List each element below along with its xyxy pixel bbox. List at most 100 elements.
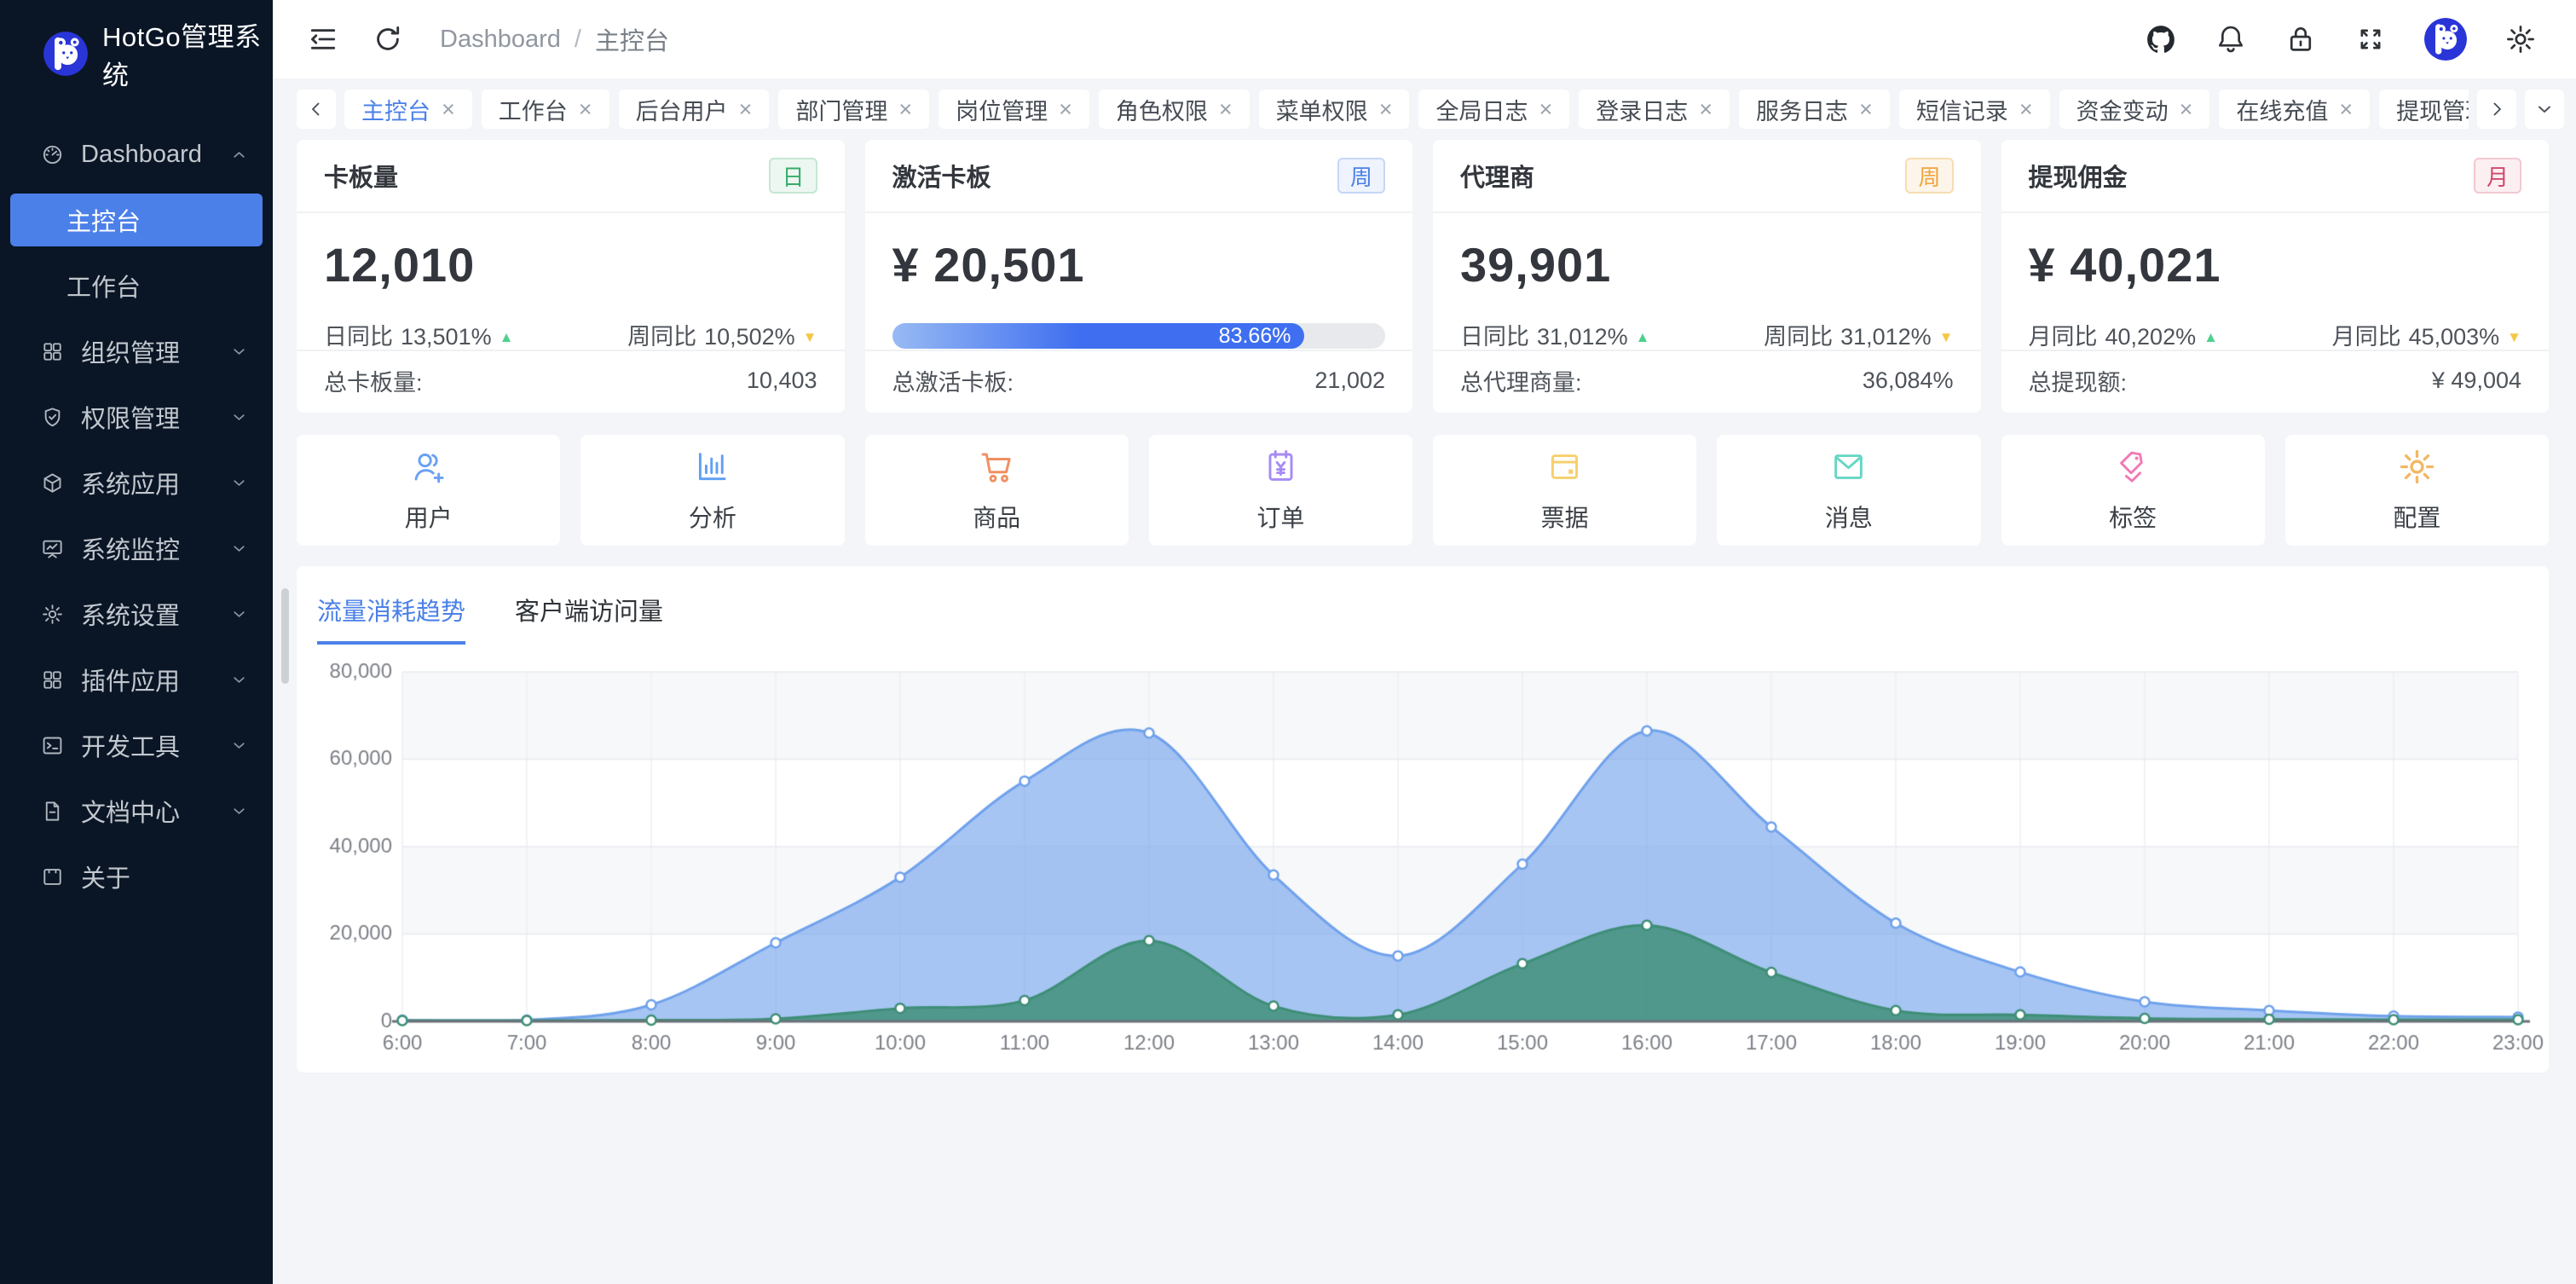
tab-item[interactable]: 提现管理× — [2379, 90, 2469, 129]
shortcut-config[interactable]: 配置 — [2285, 435, 2549, 546]
tabs-menu-button[interactable] — [2525, 90, 2564, 129]
tab-item[interactable]: 部门管理× — [778, 90, 929, 129]
tab-item[interactable]: 主控台× — [344, 90, 472, 129]
tabs-scroll-left-button[interactable] — [297, 90, 336, 129]
content-scrollbar[interactable] — [281, 588, 289, 684]
tab-close-icon[interactable]: × — [2339, 96, 2353, 123]
shortcut-tag[interactable]: 标签 — [2001, 435, 2265, 546]
tag-icon — [2113, 447, 2153, 487]
tab-item[interactable]: 后台用户× — [619, 90, 770, 129]
sidebar-item-app[interactable]: 系统应用 — [10, 456, 263, 509]
sidebar-item-settings[interactable]: 系统设置 — [10, 587, 263, 640]
tab-item[interactable]: 工作台 × — [482, 90, 609, 129]
tab-close-icon[interactable]: × — [2180, 96, 2193, 123]
monitor-icon — [41, 537, 64, 560]
tab-close-icon[interactable]: × — [1539, 96, 1552, 123]
sidebar-item-dashboard[interactable]: Dashboard — [10, 128, 263, 181]
chevron-up-icon — [229, 145, 249, 165]
cart-icon — [977, 447, 1017, 487]
tab-item[interactable]: 菜单权限× — [1259, 90, 1410, 129]
stat-card-title: 激活卡板 — [892, 158, 991, 194]
tab-item[interactable]: 岗位管理× — [939, 90, 1089, 129]
chart-tab-client-visits[interactable]: 客户端访问量 — [515, 592, 663, 645]
activation-progress-track: 83.66% — [892, 323, 1386, 349]
shortcut-invoice[interactable]: 票据 — [1433, 435, 1696, 546]
metric-right: 周同比31,012%▼ — [1764, 318, 1953, 351]
tabs-viewport: 主控台×工作台×后台用户×部门管理×岗位管理×角色权限×菜单权限×全局日志×登录… — [344, 90, 2469, 129]
shortcut-label: 订单 — [1256, 500, 1304, 534]
notification-bell-icon[interactable] — [2215, 23, 2247, 55]
tab-close-icon[interactable]: × — [1219, 96, 1233, 123]
stat-card-header: 代理商 周 — [1433, 140, 1981, 213]
header-actions — [2145, 18, 2537, 61]
tab-item[interactable]: 服务日志× — [1739, 90, 1890, 129]
frame-icon — [41, 865, 64, 888]
collapse-sidebar-icon[interactable] — [307, 23, 339, 55]
footer-label: 总卡板量: — [324, 364, 423, 397]
stat-card-title: 提现佣金 — [2029, 158, 2128, 194]
trend-up-icon: ▲ — [2203, 329, 2218, 345]
sidebar-item-auth[interactable]: 权限管理 — [10, 390, 263, 443]
document-icon — [41, 800, 64, 823]
app-root: HotGo管理系统 Dashboard主控台工作台组织管理权限管理系统应用系统监… — [0, 0, 2576, 1073]
tab-label: 工作台 — [499, 93, 568, 126]
shortcut-analysis[interactable]: 分析 — [580, 435, 844, 546]
sidebar-item-monitor[interactable]: 系统监控 — [10, 522, 263, 575]
stat-card-footer: 总激活卡板: 21,002 — [865, 350, 1413, 409]
logo[interactable]: HotGo管理系统 — [0, 0, 273, 106]
order-icon — [1261, 447, 1301, 487]
chevron-down-icon — [229, 736, 249, 755]
sidebar-item-about[interactable]: 关于 — [10, 850, 263, 903]
tab-close-icon[interactable]: × — [579, 96, 592, 123]
tab-item[interactable]: 登录日志× — [1579, 90, 1730, 129]
tab-label: 全局日志 — [1435, 93, 1528, 126]
sidebar-menu: Dashboard 主控台工作台组织管理权限管理系统应用系统监控系统设置插件应用开… — [0, 106, 273, 903]
tab-close-icon[interactable]: × — [1059, 96, 1072, 123]
shortcut-user[interactable]: 用户 — [297, 435, 560, 546]
sidebar-item-docs[interactable]: 文档中心 — [10, 784, 263, 837]
breadcrumb-current: 主控台 — [595, 21, 669, 57]
tab-label: 在线充值 — [2236, 93, 2328, 126]
tab-close-icon[interactable]: × — [898, 96, 912, 123]
period-badge-week: 周 — [1905, 158, 1953, 194]
shortcut-goods[interactable]: 商品 — [865, 435, 1129, 546]
sidebar-item-console[interactable]: 主控台 — [10, 194, 263, 246]
sidebar-item-devtools[interactable]: 开发工具 — [10, 719, 263, 772]
settings-gear-icon[interactable] — [2504, 23, 2537, 55]
trend-up-icon: ▲ — [500, 329, 514, 345]
tab-item[interactable]: 在线充值 × — [2219, 90, 2370, 129]
shortcut-order[interactable]: 订单 — [1149, 435, 1412, 546]
sidebar-item-label: 权限管理 — [81, 399, 180, 435]
shortcut-message[interactable]: 消息 — [1717, 435, 1980, 546]
sidebar-item-plugin[interactable]: 插件应用 — [10, 653, 263, 706]
tab-item[interactable]: 短信记录× — [1899, 90, 2050, 129]
github-icon[interactable] — [2145, 23, 2177, 55]
footer-label: 总激活卡板: — [892, 364, 1014, 397]
tab-item[interactable]: 角色权限× — [1099, 90, 1250, 129]
tab-close-icon[interactable]: × — [1859, 96, 1873, 123]
tab-close-icon[interactable]: × — [1699, 96, 1713, 123]
refresh-icon[interactable] — [372, 23, 404, 55]
footer-value: ¥ 49,004 — [2432, 367, 2521, 394]
shortcut-label: 分析 — [689, 500, 736, 534]
grid-icon — [41, 340, 64, 363]
tabs-scroll-right-button[interactable] — [2477, 90, 2516, 129]
tab-item[interactable]: 全局日志 × — [1418, 90, 1569, 129]
tab-close-icon[interactable]: × — [739, 96, 753, 123]
sidebar-item-label: 系统监控 — [81, 530, 180, 566]
tab-close-icon[interactable]: × — [442, 96, 455, 123]
chevron-right-icon — [2486, 99, 2507, 119]
trend-up-icon: ▲ — [1636, 329, 1650, 345]
tab-item[interactable]: 资金变动× — [2059, 90, 2210, 129]
tab-close-icon[interactable]: × — [1379, 96, 1393, 123]
sidebar-item-org[interactable]: 组织管理 — [10, 325, 263, 378]
lock-screen-icon[interactable] — [2284, 23, 2317, 55]
trend-down-icon: ▼ — [1939, 329, 1954, 345]
chart-tab-traffic-trend[interactable]: 流量消耗趋势 — [317, 592, 465, 645]
breadcrumb-root[interactable]: Dashboard — [440, 26, 561, 54]
avatar[interactable] — [2424, 18, 2467, 61]
sidebar-item-workbench[interactable]: 工作台 — [10, 259, 263, 312]
fullscreen-icon[interactable] — [2354, 23, 2387, 55]
tab-close-icon[interactable]: × — [2019, 96, 2033, 123]
header: Dashboard / 主控台 — [273, 0, 2576, 78]
